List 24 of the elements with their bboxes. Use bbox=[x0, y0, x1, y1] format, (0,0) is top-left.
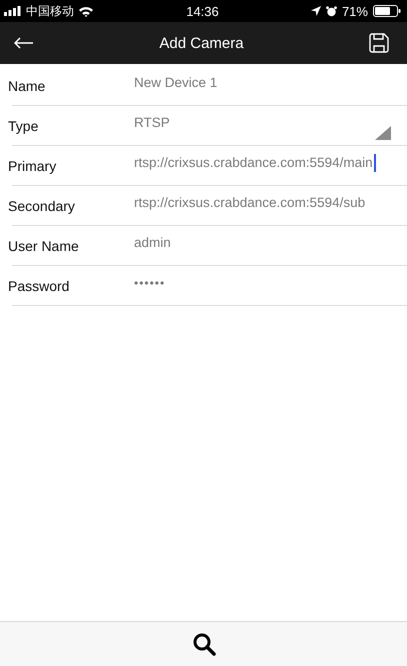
input-field[interactable]: New Device 1 bbox=[134, 68, 407, 98]
search-icon bbox=[192, 632, 216, 656]
field-label: Secondary bbox=[8, 198, 76, 214]
field-label: Type bbox=[8, 118, 40, 134]
alarm-clock-icon bbox=[326, 6, 337, 16]
screen-title: Add Camera bbox=[159, 34, 244, 52]
battery-icon bbox=[372, 5, 401, 17]
type-dropdown[interactable]: RTSP bbox=[134, 108, 407, 138]
back-arrow-icon bbox=[14, 37, 34, 49]
input-field[interactable]: rtsp://crixsus.crabdance.com:5594/main bbox=[134, 148, 407, 178]
location-arrow-icon bbox=[310, 6, 321, 16]
wifi-icon bbox=[79, 6, 93, 16]
field-label: User Name bbox=[8, 238, 80, 254]
status-time: 14:36 bbox=[186, 4, 219, 18]
input-field[interactable]: rtsp://crixsus.crabdance.com:5594/sub bbox=[134, 188, 407, 218]
battery-percent: 71% bbox=[342, 4, 368, 18]
input-field[interactable]: admin bbox=[134, 228, 407, 258]
field-label: Name bbox=[8, 78, 46, 94]
input-field[interactable]: •••••• bbox=[134, 268, 407, 298]
signal-icon bbox=[4, 6, 21, 16]
dropdown-corner-icon bbox=[375, 126, 391, 140]
carrier-name: 中国移动 bbox=[26, 2, 74, 20]
field-label: Password bbox=[8, 278, 70, 294]
field-label: Primary bbox=[8, 158, 58, 174]
